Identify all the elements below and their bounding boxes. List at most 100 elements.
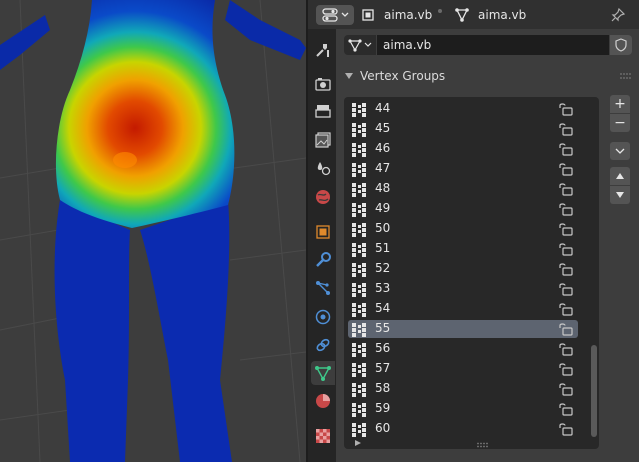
- lock-icon[interactable]: [558, 402, 574, 419]
- particles-icon: [316, 281, 330, 295]
- editor-type-button[interactable]: [316, 5, 354, 25]
- lock-icon[interactable]: [558, 182, 574, 199]
- lock-icon[interactable]: [558, 142, 574, 159]
- breadcrumb-object-label: aima.vb: [384, 8, 433, 22]
- vertex-group-icon: [351, 263, 367, 280]
- render-icon: [315, 78, 331, 91]
- texture-icon: [316, 429, 330, 443]
- breadcrumb-object[interactable]: aima.vb: [360, 5, 432, 25]
- breadcrumb-separator: [438, 9, 442, 13]
- vertex-group-row[interactable]: 44: [348, 100, 578, 118]
- vertex-group-name: 44: [375, 101, 391, 115]
- lock-icon[interactable]: [558, 262, 574, 279]
- vertex-group-row[interactable]: 56: [348, 340, 578, 358]
- vertex-group-row[interactable]: 49: [348, 200, 578, 218]
- lock-icon[interactable]: [558, 242, 574, 259]
- vertex-group-icon: [351, 203, 367, 220]
- vertex-group-name: 48: [375, 181, 391, 195]
- vertex-group-row[interactable]: 55: [348, 320, 578, 338]
- tab-object[interactable]: [311, 220, 335, 244]
- move-down-button[interactable]: [610, 186, 630, 204]
- lock-icon[interactable]: [558, 122, 574, 139]
- tab-render[interactable]: [311, 72, 335, 96]
- vertex-group-row[interactable]: 60: [348, 420, 578, 438]
- remove-vertex-group-button[interactable]: −: [610, 114, 630, 132]
- add-vertex-group-button[interactable]: +: [610, 95, 630, 113]
- vertex-group-row[interactable]: 51: [348, 240, 578, 258]
- weight-paint-render: [0, 0, 306, 462]
- tab-modifiers[interactable]: [311, 248, 335, 272]
- vertex-group-row[interactable]: 54: [348, 300, 578, 318]
- vertex-group-row[interactable]: 58: [348, 380, 578, 398]
- 3d-viewport[interactable]: [0, 0, 306, 462]
- properties-panel: aima.vb Vertex Groups 44 45 46 47 48 49 50 51 52…: [336, 29, 639, 462]
- tab-world[interactable]: [311, 185, 335, 209]
- breadcrumb-object-data-label: aima.vb: [478, 8, 527, 22]
- tab-constraints[interactable]: [311, 333, 335, 357]
- tab-texture[interactable]: [311, 424, 335, 448]
- move-up-button[interactable]: [610, 167, 630, 185]
- vertex-group-name: 49: [375, 201, 391, 215]
- vertex-group-name: 45: [375, 121, 391, 135]
- list-resize-handle-icon[interactable]: [476, 442, 490, 448]
- scene-icon: [317, 162, 331, 176]
- vertex-group-row[interactable]: 52: [348, 260, 578, 278]
- list-filter-toggle-icon[interactable]: [354, 439, 362, 447]
- lock-icon[interactable]: [558, 382, 574, 399]
- vertex-group-row[interactable]: 48: [348, 180, 578, 198]
- vertex-group-list[interactable]: 44 45 46 47 48 49 50 51 52 53 54 55 56 57 58 59 60: [344, 97, 599, 449]
- mesh-name-field[interactable]: aima.vb: [377, 35, 609, 55]
- vertex-group-row[interactable]: 47: [348, 160, 578, 178]
- vertex-group-icon: [351, 383, 367, 400]
- drag-handle-icon[interactable]: [619, 72, 633, 80]
- vertex-group-name: 60: [375, 421, 391, 435]
- tab-particles[interactable]: [311, 276, 335, 300]
- list-scrollbar[interactable]: [591, 345, 597, 437]
- lock-icon[interactable]: [558, 282, 574, 299]
- mesh-browse-button[interactable]: [344, 35, 376, 55]
- chevron-down-icon: [364, 42, 372, 47]
- tab-physics[interactable]: [311, 305, 335, 329]
- vertex-group-specials-button[interactable]: [610, 142, 630, 160]
- fake-user-button[interactable]: [610, 35, 632, 55]
- vertex-group-icon: [351, 123, 367, 140]
- vertex-group-name: 57: [375, 361, 391, 375]
- lock-icon[interactable]: [558, 342, 574, 359]
- tab-tool[interactable]: [311, 38, 335, 62]
- vertex-group-icon: [351, 423, 367, 440]
- lock-icon[interactable]: [558, 162, 574, 179]
- vertex-group-row[interactable]: 45: [348, 120, 578, 138]
- vertex-group-row[interactable]: 59: [348, 400, 578, 418]
- vertex-groups-panel-header[interactable]: Vertex Groups: [336, 65, 639, 87]
- tab-object-data[interactable]: [311, 361, 335, 385]
- breadcrumb-object-data[interactable]: aima.vb: [454, 5, 526, 25]
- properties-tabs: [308, 29, 336, 462]
- lock-icon[interactable]: [558, 422, 574, 439]
- tab-material[interactable]: [311, 389, 335, 413]
- vertex-group-icon: [351, 283, 367, 300]
- properties-editor-icon: [321, 8, 338, 22]
- vertex-group-row[interactable]: 46: [348, 140, 578, 158]
- lock-icon[interactable]: [558, 102, 574, 119]
- vertex-group-icon: [351, 103, 367, 120]
- tab-view-layer[interactable]: [311, 128, 335, 152]
- object-icon: [362, 9, 374, 21]
- vertex-group-icon: [351, 303, 367, 320]
- vertex-group-name: 47: [375, 161, 391, 175]
- lock-icon[interactable]: [558, 202, 574, 219]
- shield-icon: [615, 38, 627, 52]
- vertex-group-row[interactable]: 50: [348, 220, 578, 238]
- constraints-icon: [316, 338, 330, 352]
- tool-icon: [316, 44, 329, 57]
- lock-icon[interactable]: [558, 362, 574, 379]
- vertex-group-icon: [351, 163, 367, 180]
- lock-icon[interactable]: [558, 302, 574, 319]
- lock-icon[interactable]: [558, 322, 574, 339]
- tab-scene[interactable]: [311, 156, 335, 180]
- vertex-group-row[interactable]: 53: [348, 280, 578, 298]
- vertex-group-row[interactable]: 57: [348, 360, 578, 378]
- vertex-group-name: 52: [375, 261, 391, 275]
- tab-output[interactable]: [311, 99, 335, 123]
- lock-icon[interactable]: [558, 222, 574, 239]
- pin-button[interactable]: [610, 5, 626, 25]
